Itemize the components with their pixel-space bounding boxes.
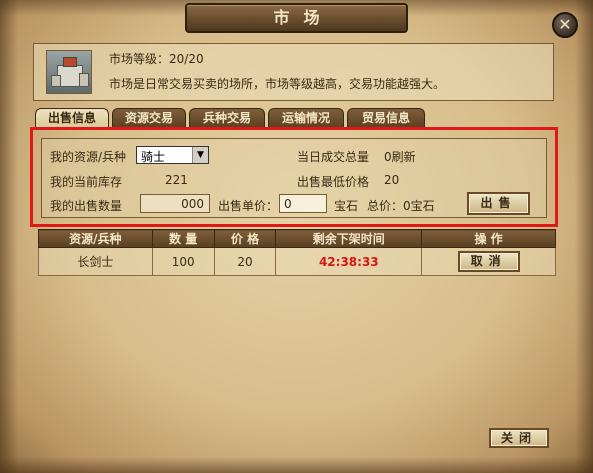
sell-qty-input[interactable]: 000 [140,194,210,213]
min-price-value: 20 [384,173,400,187]
resource-select[interactable]: 骑士 ▼ [136,146,209,164]
market-window: 市场 ✕ 市场等级：20/20 市场是日常交易买卖的场所，市场等级越高，交易功能… [0,0,593,473]
close-button[interactable]: 关闭 [489,428,549,448]
close-icon[interactable]: ✕ [552,12,578,38]
sell-button[interactable]: 出售 [467,192,530,215]
sell-qty-label: 我的出售数量 [50,199,123,213]
stock-value: 221 [165,173,188,187]
tab-troop-trade[interactable]: 兵种交易 [189,108,265,128]
tab-transport[interactable]: 运输情况 [268,108,344,128]
row-price: 20 [213,247,277,276]
title-plaque: 市场 [185,3,408,33]
market-level: 市场等级：20/20 [109,52,204,66]
col-header-action: 操 作 [421,229,556,248]
col-header-price: 价 格 [213,229,277,248]
listing-table: 资源/兵种 数 量 价 格 剩余下架时间 操 作 长剑士 100 20 42:3… [38,229,556,276]
col-header-time: 剩余下架时间 [275,229,423,248]
resource-selected-value: 骑士 [141,150,166,164]
cancel-listing-button[interactable]: 取消 [457,251,520,272]
market-description: 市场是日常交易买卖的场所，市场等级越高，交易功能越强大。 [109,77,446,91]
row-item: 长剑士 [38,247,153,276]
market-info-panel: 市场等级：20/20 市场是日常交易买卖的场所，市场等级越高，交易功能越强大。 [33,43,554,101]
tab-resource-trade[interactable]: 资源交易 [112,108,186,128]
window-title: 市场 [273,8,334,27]
tab-trade-info[interactable]: 贸易信息 [347,108,425,128]
col-header-qty: 数 量 [151,229,215,248]
unit-price-input[interactable]: 0 [279,194,327,213]
tab-sell-info[interactable]: 出售信息 [35,108,109,128]
market-building-icon [46,50,92,94]
total-price: 总价：0宝石 [367,199,435,213]
col-header-item: 资源/兵种 [38,229,153,248]
unit-price-value: 0 [284,197,292,211]
today-volume-label: 当日成交总量 [297,150,370,164]
row-time-left: 42:38:33 [275,247,423,276]
unit-price-label: 出售单价： [218,199,279,213]
unit-price-unit: 宝石 [334,199,359,213]
row-action-cell: 取消 [421,247,556,276]
chevron-down-icon[interactable]: ▼ [192,147,208,163]
table-row: 长剑士 100 20 42:38:33 取消 [38,247,556,276]
min-price-label: 出售最低价格 [297,175,370,189]
today-volume-value[interactable]: 0刷新 [384,148,416,165]
sell-qty-value: 000 [181,197,204,211]
table-header-row: 资源/兵种 数 量 价 格 剩余下架时间 操 作 [38,229,556,248]
row-qty: 100 [151,247,215,276]
resource-label: 我的资源/兵种 [50,150,127,164]
stock-label: 我的当前库存 [50,175,123,189]
